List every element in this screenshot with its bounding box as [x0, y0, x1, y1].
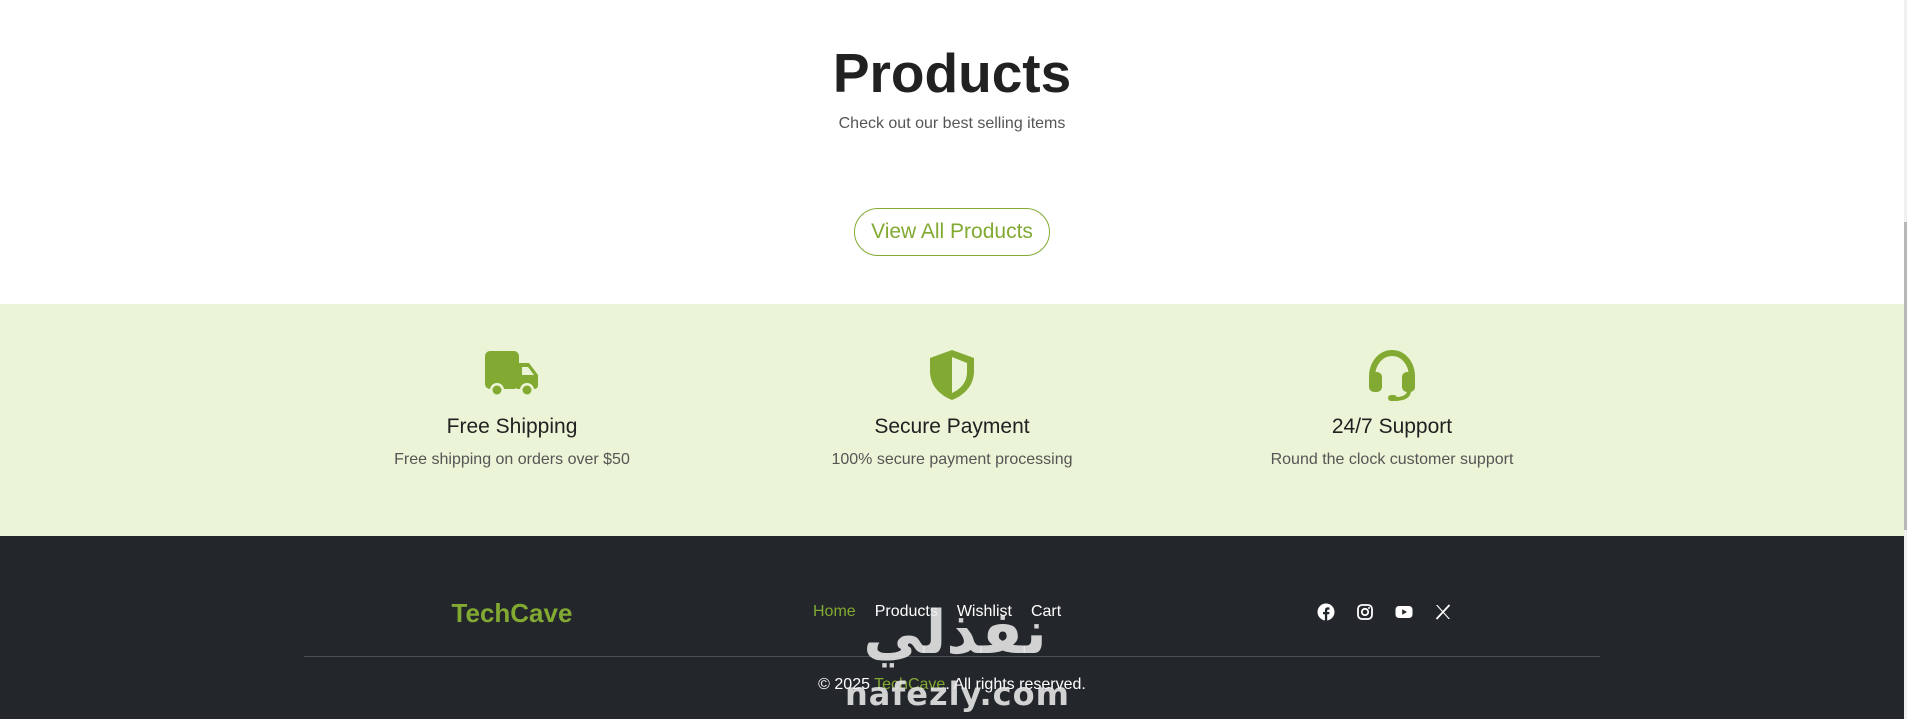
headset-icon [1364, 349, 1420, 401]
footer-divider [304, 656, 1600, 657]
shield-icon [924, 349, 980, 401]
footer-nav-wishlist[interactable]: Wishlist [957, 602, 1012, 622]
feature-description: 100% secure payment processing [831, 451, 1073, 468]
copyright: © 2025 TechCave. All rights reserved. [0, 675, 1904, 695]
view-all-products-button[interactable]: View All Products [854, 208, 1050, 256]
features-section: Free Shipping Free shipping on orders ov… [0, 304, 1904, 536]
feature-free-shipping: Free Shipping Free shipping on orders ov… [292, 304, 732, 536]
instagram-icon[interactable] [1355, 602, 1374, 621]
feature-title: Free Shipping [446, 415, 578, 438]
copyright-suffix: . All rights reserved. [945, 676, 1086, 693]
footer: TechCave Home Products Wishlist Cart © 2… [0, 536, 1904, 719]
feature-description: Round the clock customer support [1270, 451, 1514, 468]
footer-nav-products[interactable]: Products [875, 602, 938, 622]
truck-icon [484, 349, 540, 401]
footer-nav: Home Products Wishlist Cart [813, 602, 1061, 622]
footer-nav-cart[interactable]: Cart [1031, 602, 1061, 622]
feature-secure-payment: Secure Payment 100% secure payment proce… [732, 304, 1172, 536]
feature-title: 24/7 Support [1331, 415, 1453, 438]
youtube-icon[interactable] [1394, 602, 1413, 621]
feature-support: 24/7 Support Round the clock customer su… [1172, 304, 1612, 536]
copyright-prefix: © 2025 [818, 676, 875, 693]
facebook-icon[interactable] [1316, 602, 1335, 621]
products-section: Products Check out our best selling item… [0, 0, 1904, 304]
feature-description: Free shipping on orders over $50 [394, 451, 630, 468]
social-links [1316, 602, 1452, 621]
feature-title: Secure Payment [874, 415, 1030, 438]
products-subtitle: Check out our best selling items [838, 115, 1066, 132]
footer-brand-logo[interactable]: TechCave [404, 598, 620, 628]
x-icon[interactable] [1433, 602, 1452, 621]
copyright-brand-link[interactable]: TechCave [874, 676, 945, 693]
products-title: Products [832, 42, 1072, 104]
footer-nav-home[interactable]: Home [813, 602, 856, 622]
